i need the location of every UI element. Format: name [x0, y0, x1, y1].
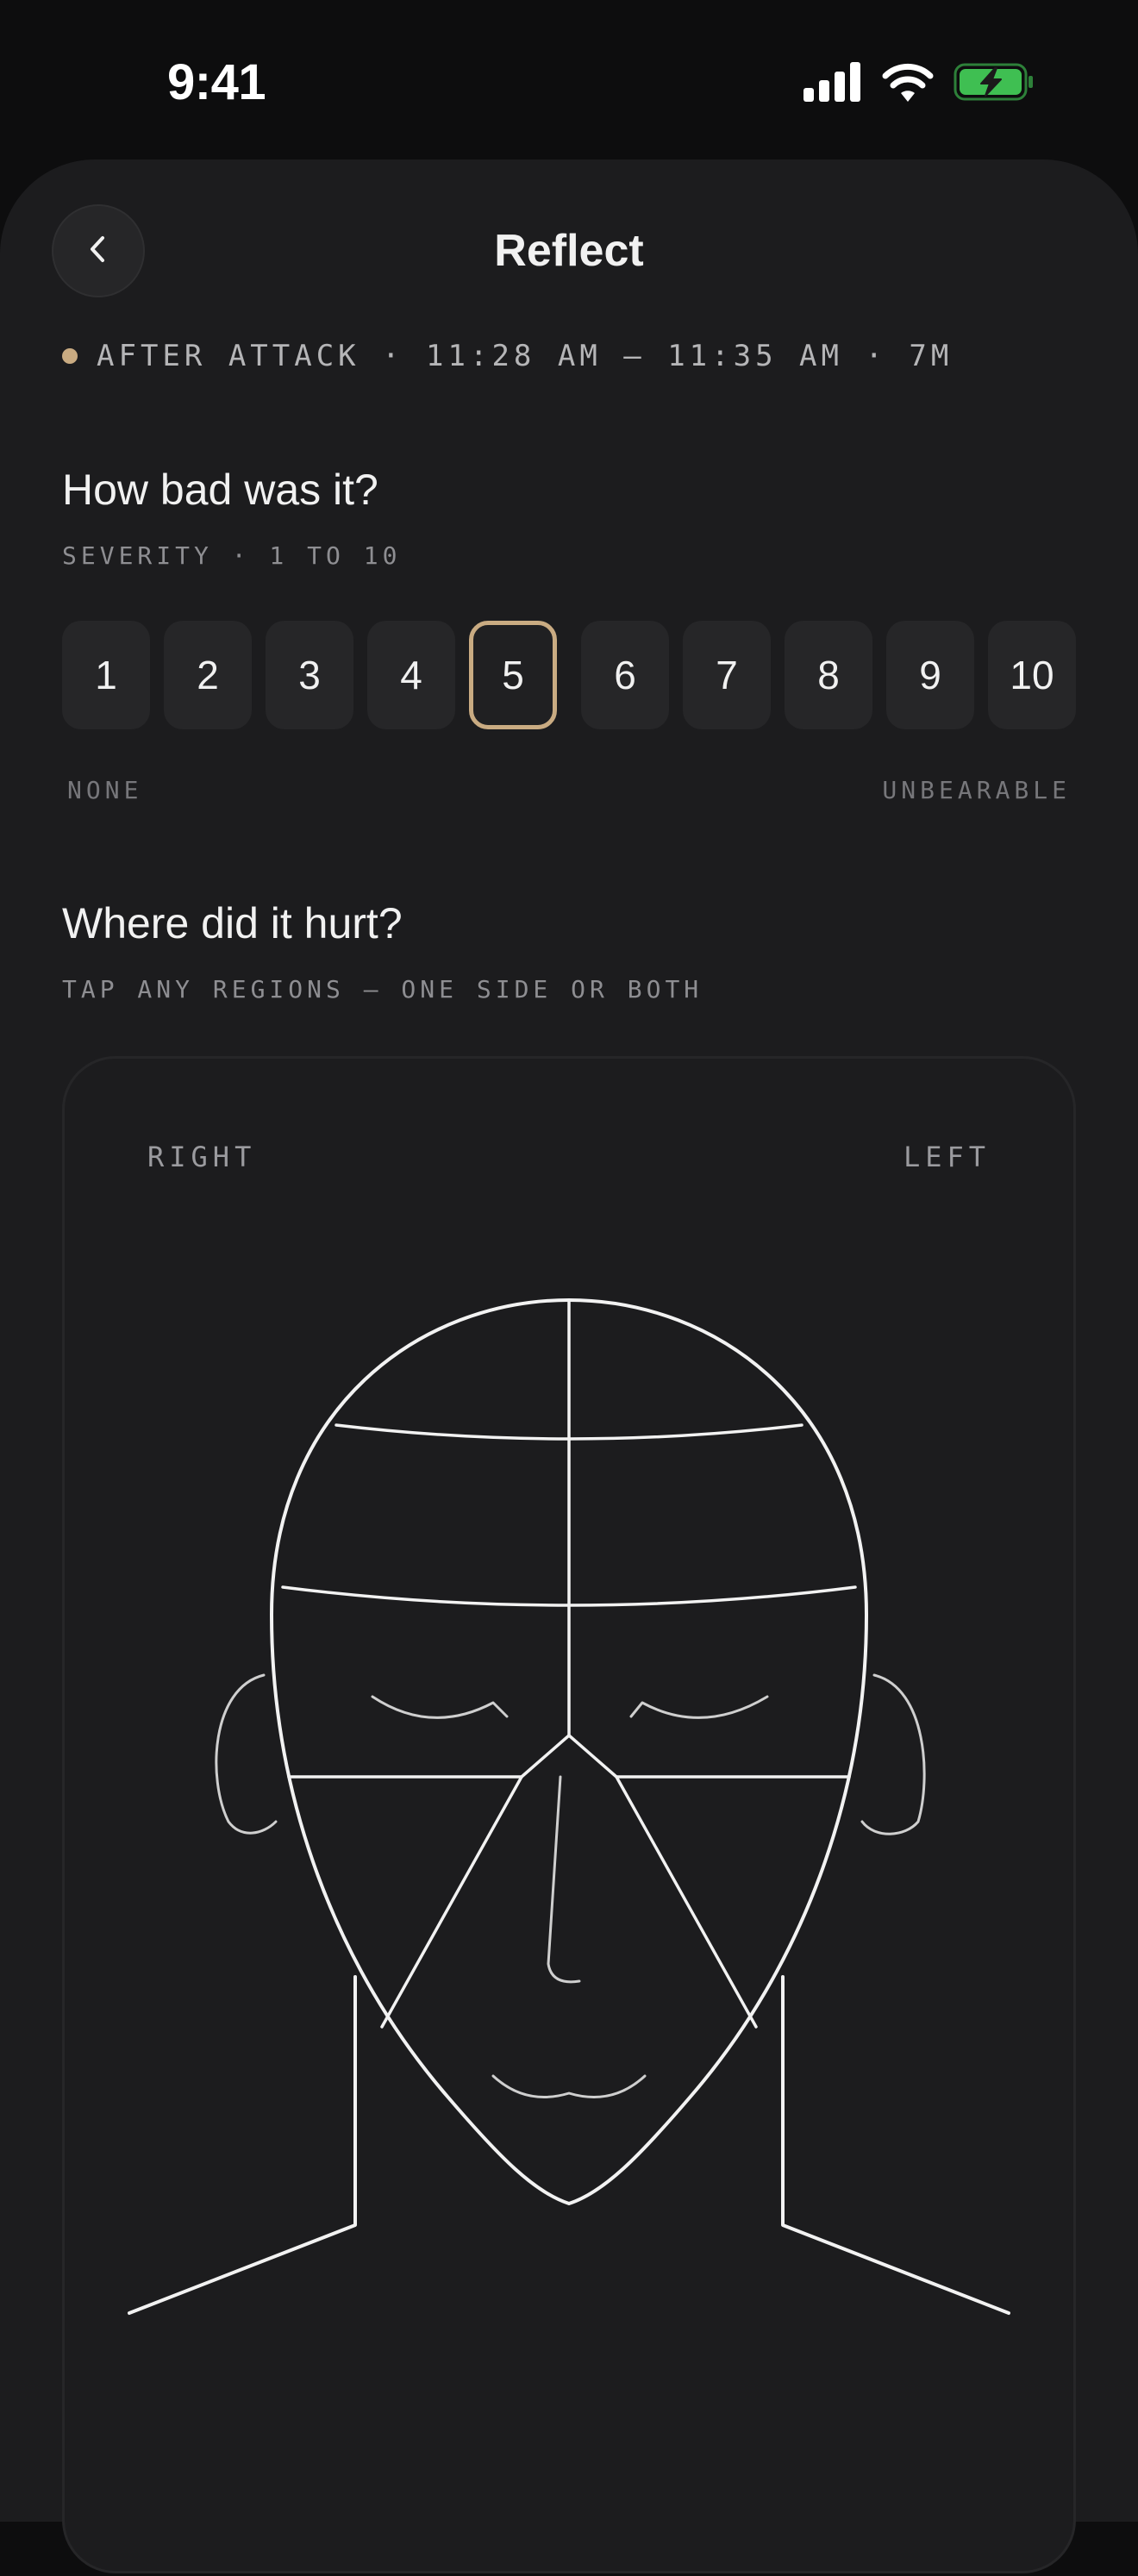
severity-option-5[interactable]: 5 — [469, 621, 557, 729]
severity-option-3[interactable]: 3 — [266, 621, 353, 729]
region-top-right[interactable] — [336, 1300, 569, 1438]
region-top-left[interactable] — [569, 1300, 802, 1438]
neck-shoulder-left — [781, 1975, 1010, 2315]
cellular-signal-icon — [803, 61, 862, 106]
region-forehead-left[interactable] — [569, 1425, 855, 1606]
wifi-icon — [881, 62, 935, 106]
severity-option-9[interactable]: 9 — [886, 621, 974, 729]
severity-option-2[interactable]: 2 — [164, 621, 252, 729]
scale-max-label: UNBEARABLE — [882, 776, 1071, 804]
severity-option-7[interactable]: 7 — [683, 621, 771, 729]
severity-option-4[interactable]: 4 — [367, 621, 455, 729]
head-map-card: RIGHT LEFT — [62, 1056, 1076, 2573]
severity-option-10[interactable]: 10 — [988, 621, 1076, 729]
status-bar: 9:41 — [0, 0, 1138, 164]
ear-left — [860, 1673, 926, 1835]
session-summary-text: AFTER ATTACK · 11:28 AM – 11:35 AM · 7M — [97, 339, 954, 373]
pain-map-heading: Where did it hurt? — [62, 899, 403, 947]
region-eye-left[interactable] — [569, 1587, 858, 1777]
severity-option-6[interactable]: 6 — [581, 621, 669, 729]
severity-subheading: SEVERITY · 1 TO 10 — [62, 541, 402, 570]
region-eye-right[interactable] — [280, 1587, 569, 1777]
pain-map-subheading: TAP ANY REGIONS — ONE SIDE OR BOTH — [62, 975, 703, 1004]
severity-option-1[interactable]: 1 — [62, 621, 150, 729]
page-title: Reflect — [494, 226, 644, 276]
status-icons — [803, 60, 1035, 107]
severity-option-8[interactable]: 8 — [785, 621, 872, 729]
severity-selector: 1 2 3 4 5 6 7 8 9 10 — [62, 621, 1076, 729]
scale-min-label: NONE — [67, 776, 143, 804]
head-diagram — [128, 1298, 1010, 2315]
battery-charging-icon — [954, 62, 1035, 106]
status-time: 9:41 — [167, 54, 266, 110]
reflect-sheet: Reflect AFTER ATTACK · 11:28 AM – 11:35 … — [0, 159, 1138, 2573]
ear-right — [215, 1673, 278, 1835]
severity-heading: How bad was it? — [62, 466, 378, 514]
session-status-dot — [62, 348, 78, 364]
neck-shoulder-right — [128, 1975, 357, 2315]
session-summary: AFTER ATTACK · 11:28 AM – 11:35 AM · 7M — [62, 332, 953, 380]
region-forehead-right[interactable] — [283, 1425, 569, 1606]
